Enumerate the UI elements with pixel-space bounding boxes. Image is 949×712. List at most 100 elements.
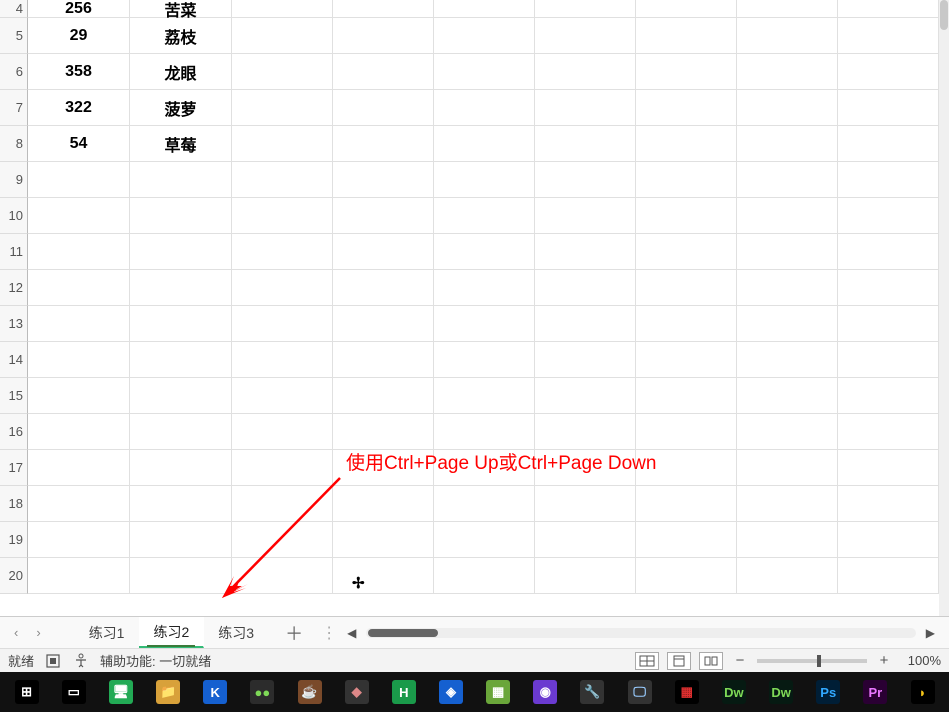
cell[interactable] (737, 522, 838, 558)
cell[interactable] (28, 450, 130, 486)
zoom-in-button[interactable]: + (877, 652, 891, 669)
cell[interactable] (434, 306, 535, 342)
cell[interactable] (737, 342, 838, 378)
view-page-layout-button[interactable] (667, 652, 691, 670)
cell[interactable] (232, 18, 333, 54)
cell[interactable] (333, 414, 434, 450)
cell[interactable] (434, 558, 535, 594)
row-header[interactable]: 14 (0, 342, 28, 378)
cell[interactable] (28, 306, 130, 342)
cell[interactable] (333, 198, 434, 234)
cell[interactable] (333, 306, 434, 342)
cell[interactable] (636, 378, 737, 414)
row-header[interactable]: 4 (0, 0, 28, 18)
cell[interactable] (434, 270, 535, 306)
cell[interactable] (232, 522, 333, 558)
taskbar-item-dreamweaver-2[interactable]: Dw (759, 675, 804, 709)
cell[interactable] (232, 126, 333, 162)
cell[interactable] (232, 558, 333, 594)
cell[interactable] (535, 18, 636, 54)
cell[interactable] (535, 270, 636, 306)
cell[interactable] (130, 558, 232, 594)
row-header[interactable]: 17 (0, 450, 28, 486)
cell[interactable] (130, 342, 232, 378)
taskbar-item-app-monitor[interactable]: 🖵 (617, 675, 662, 709)
taskbar-item-app-purple[interactable]: ◉ (523, 675, 568, 709)
cell[interactable] (434, 378, 535, 414)
cell[interactable] (535, 54, 636, 90)
cell[interactable] (28, 198, 130, 234)
cell[interactable] (838, 162, 939, 198)
cell[interactable] (535, 306, 636, 342)
cell[interactable] (636, 126, 737, 162)
cell[interactable] (838, 90, 939, 126)
cell[interactable] (232, 90, 333, 126)
cell[interactable] (535, 126, 636, 162)
cell[interactable] (737, 18, 838, 54)
cell[interactable] (535, 342, 636, 378)
cell[interactable] (535, 162, 636, 198)
cell[interactable] (535, 234, 636, 270)
cell[interactable] (838, 342, 939, 378)
cell[interactable] (28, 342, 130, 378)
cell[interactable] (737, 306, 838, 342)
cell[interactable] (333, 378, 434, 414)
cell[interactable] (636, 522, 737, 558)
row-header[interactable]: 19 (0, 522, 28, 558)
cell[interactable] (535, 0, 636, 18)
cell[interactable] (636, 0, 737, 18)
row-header[interactable]: 10 (0, 198, 28, 234)
cell[interactable] (28, 486, 130, 522)
row-header[interactable]: 7 (0, 90, 28, 126)
cell[interactable]: 54 (28, 126, 130, 162)
cell[interactable] (535, 90, 636, 126)
row-header[interactable]: 12 (0, 270, 28, 306)
taskbar-item-app-green[interactable]: ▦ (476, 675, 521, 709)
taskbar-item-app-k[interactable]: K (193, 675, 238, 709)
add-sheet-button[interactable]: ＋ (269, 620, 319, 646)
zoom-slider-thumb[interactable] (817, 655, 821, 667)
row-header[interactable]: 13 (0, 306, 28, 342)
taskbar-item-dreamweaver-1[interactable]: Dw (711, 675, 756, 709)
hscroll-right-icon[interactable]: ▶ (922, 626, 939, 640)
cell[interactable] (838, 54, 939, 90)
cell[interactable] (130, 486, 232, 522)
cell[interactable] (737, 198, 838, 234)
cell[interactable] (434, 90, 535, 126)
cell[interactable] (434, 162, 535, 198)
cell[interactable] (130, 378, 232, 414)
cell[interactable] (737, 414, 838, 450)
cell[interactable] (636, 162, 737, 198)
cell[interactable] (28, 270, 130, 306)
cell[interactable] (535, 486, 636, 522)
cell[interactable] (737, 486, 838, 522)
cell[interactable] (636, 342, 737, 378)
cell[interactable] (838, 414, 939, 450)
cell[interactable] (434, 234, 535, 270)
cell[interactable] (535, 378, 636, 414)
cell[interactable] (232, 54, 333, 90)
sheet-tab-2[interactable]: 练习2 (139, 617, 204, 648)
cell[interactable] (333, 522, 434, 558)
hscroll-left-icon[interactable]: ◀ (343, 626, 360, 640)
cell[interactable] (636, 54, 737, 90)
cell[interactable] (333, 126, 434, 162)
cell[interactable] (434, 18, 535, 54)
taskbar-item-task-view[interactable]: ▭ (51, 675, 96, 709)
hscroll-thumb[interactable] (368, 629, 438, 637)
cell[interactable] (434, 342, 535, 378)
cell[interactable] (434, 198, 535, 234)
cell[interactable]: 29 (28, 18, 130, 54)
cell[interactable] (333, 54, 434, 90)
taskbar-item-app-coffee[interactable]: ☕ (287, 675, 332, 709)
cell[interactable] (737, 162, 838, 198)
taskbar-item-start[interactable]: ⊞ (4, 675, 49, 709)
zoom-percent[interactable]: 100% (901, 653, 941, 668)
cell[interactable] (737, 0, 838, 18)
taskbar-item-premiere[interactable]: Pr (853, 675, 898, 709)
cell[interactable] (838, 270, 939, 306)
cell[interactable] (434, 0, 535, 18)
cell[interactable] (130, 450, 232, 486)
cell[interactable] (28, 414, 130, 450)
cell[interactable] (333, 0, 434, 18)
